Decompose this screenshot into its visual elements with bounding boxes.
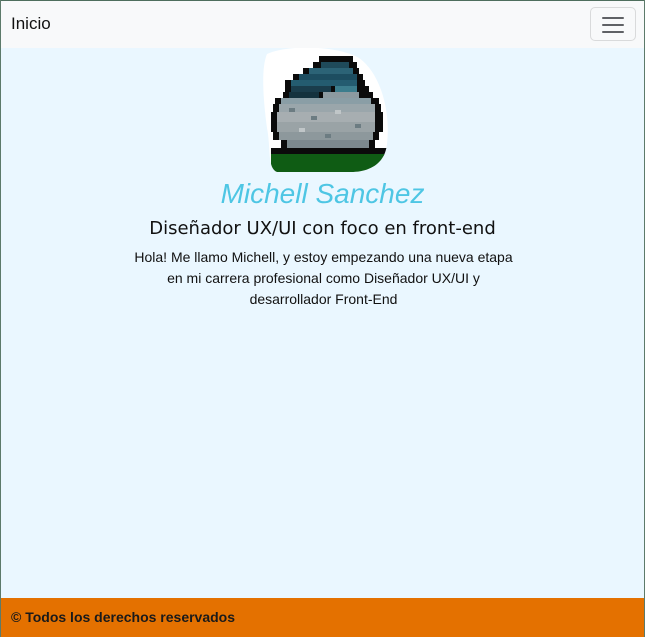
profile-name: Michell Sanchez [220, 178, 425, 209]
avatar [259, 48, 391, 174]
nav-brand-link[interactable]: Inicio [11, 14, 51, 34]
page: Inicio Michell Sanchez Diseñador UX/UI c… [0, 0, 645, 637]
footer-copyright: © Todos los derechos reservados [11, 609, 236, 625]
navbar-toggler-button[interactable] [590, 7, 636, 41]
profile-bio: Hola! Me llamo Michell, y estoy empezand… [134, 249, 513, 307]
hamburger-menu-icon [602, 31, 624, 33]
profile-role: Diseñador UX/UI con foco en front-end [149, 218, 496, 239]
pixel-cloud-avatar-icon [263, 48, 388, 172]
hamburger-menu-icon [602, 17, 624, 19]
navbar: Inicio [1, 1, 644, 48]
hamburger-menu-icon [602, 24, 624, 26]
footer: © Todos los derechos reservados [1, 598, 644, 637]
